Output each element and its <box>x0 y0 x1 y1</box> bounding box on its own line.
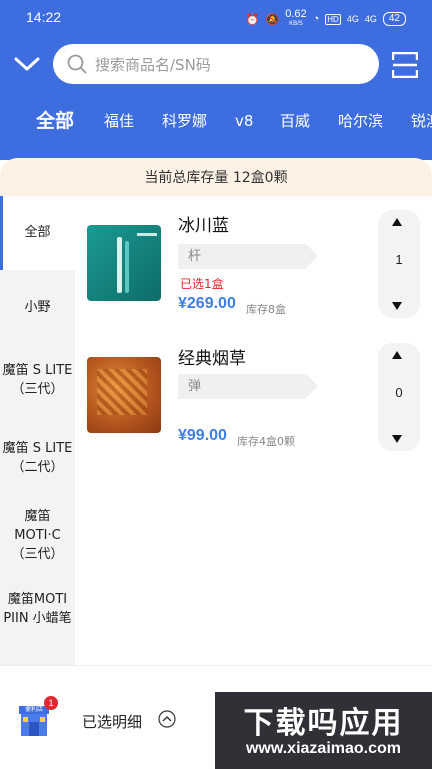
product-price: ¥269.00 <box>178 295 236 312</box>
decrease-button[interactable] <box>378 292 420 318</box>
cart-badge: 1 <box>44 696 58 710</box>
product-image <box>87 225 161 301</box>
chevron-up-icon <box>392 218 402 226</box>
category-item[interactable]: 魔笛 S LITE （二代） <box>0 439 75 477</box>
brand-tab[interactable]: 哈尔滨 <box>338 106 383 136</box>
status-bar: 14:22 ⏰ 🔕 0.62 KB/S ◔ HD 4G 4G 42 <box>0 0 432 36</box>
alarm-icon: ⏰ <box>245 13 260 26</box>
bell-off-icon: 🔕 <box>265 13 280 26</box>
signal-4g-2: 4G <box>364 14 377 24</box>
hd-badge: HD <box>325 13 341 25</box>
header: 全部 福佳 科罗娜 v8 百威 哈尔滨 锐澳 <box>0 36 432 160</box>
quantity-value: 0 <box>395 385 403 400</box>
product-name: 经典烟草 <box>178 349 246 369</box>
increase-button[interactable] <box>378 343 420 369</box>
status-icons: ⏰ 🔕 0.62 KB/S ◔ HD 4G 4G 42 <box>246 9 406 29</box>
scan-icon[interactable] <box>392 52 418 78</box>
chevron-down-icon[interactable] <box>12 50 42 78</box>
category-sidebar: 全部 小野 魔笛 S LITE （三代） 魔笛 S LITE （二代） 魔笛 M… <box>0 196 75 666</box>
product-spec: 杆 <box>178 244 318 269</box>
watermark-logo: 下载吗应用 www.xiazaimao.com <box>215 692 432 769</box>
brand-tab[interactable]: 锐澳 <box>411 106 432 136</box>
quantity-value: 1 <box>395 252 403 267</box>
quantity-stepper: 1 <box>378 210 420 318</box>
brand-tab[interactable]: 百威 <box>280 106 310 136</box>
category-item-all[interactable]: 全部 <box>0 196 75 270</box>
decrease-button[interactable] <box>378 425 420 451</box>
store-icon[interactable]: 便利店 1 <box>16 696 58 740</box>
watermark-url: www.xiazaimao.com <box>245 740 401 757</box>
product-spec: 弹 <box>178 374 318 399</box>
chevron-up-circle-icon[interactable] <box>158 710 176 728</box>
product-image <box>87 357 161 433</box>
inventory-banner: 当前总库存量 12盒0颗 <box>0 158 432 196</box>
search-input[interactable] <box>93 44 367 86</box>
search-icon <box>67 54 87 74</box>
signal-4g-1: 4G <box>346 14 359 24</box>
brand-tab-all[interactable]: 全部 <box>36 106 74 136</box>
chevron-down-icon <box>392 435 402 443</box>
brand-tab[interactable]: v8 <box>235 106 253 136</box>
search-bar[interactable] <box>53 44 379 86</box>
watermark-title: 下载吗应用 <box>243 706 404 741</box>
category-item[interactable]: 魔笛 MOTI·C （三代） <box>0 507 75 564</box>
product-price: ¥99.00 <box>178 427 227 444</box>
category-item[interactable]: 魔笛MOTI PIIN 小蜡笔 <box>0 590 75 628</box>
category-item[interactable]: 魔笛 S LITE （三代） <box>0 361 75 399</box>
brand-tab[interactable]: 福佳 <box>104 106 134 136</box>
brand-tabs: 全部 福佳 科罗娜 v8 百威 哈尔滨 锐澳 <box>0 106 432 136</box>
wifi-icon: ◔ <box>312 13 320 25</box>
product-name: 冰川蓝 <box>178 216 229 236</box>
chevron-down-icon <box>392 302 402 310</box>
increase-button[interactable] <box>378 210 420 236</box>
selected-count: 已选1盒 <box>180 277 224 291</box>
quantity-stepper: 0 <box>378 343 420 451</box>
selected-detail-label[interactable]: 已选明细 <box>82 711 142 732</box>
brand-tab[interactable]: 科罗娜 <box>162 106 207 136</box>
battery-indicator: 42 <box>382 12 406 26</box>
product-stock: 库存8盒 <box>246 303 286 316</box>
bottom-bar: 便利店 1 已选明细 下载吗应用 www.xiazaimao.com <box>0 665 432 769</box>
product-card[interactable]: 经典烟草 弹 ¥99.00 库存4盒0颗 0 <box>75 341 432 461</box>
store-sign: 便利店 <box>24 706 43 713</box>
net-speed: 0.62 KB/S <box>285 8 307 28</box>
product-card[interactable]: 冰川蓝 杆 已选1盒 ¥269.00 库存8盒 1 <box>75 208 432 328</box>
chevron-up-icon <box>392 351 402 359</box>
product-stock: 库存4盒0颗 <box>237 435 295 448</box>
category-item[interactable]: 小野 <box>0 270 75 346</box>
status-time: 14:22 <box>26 9 62 25</box>
